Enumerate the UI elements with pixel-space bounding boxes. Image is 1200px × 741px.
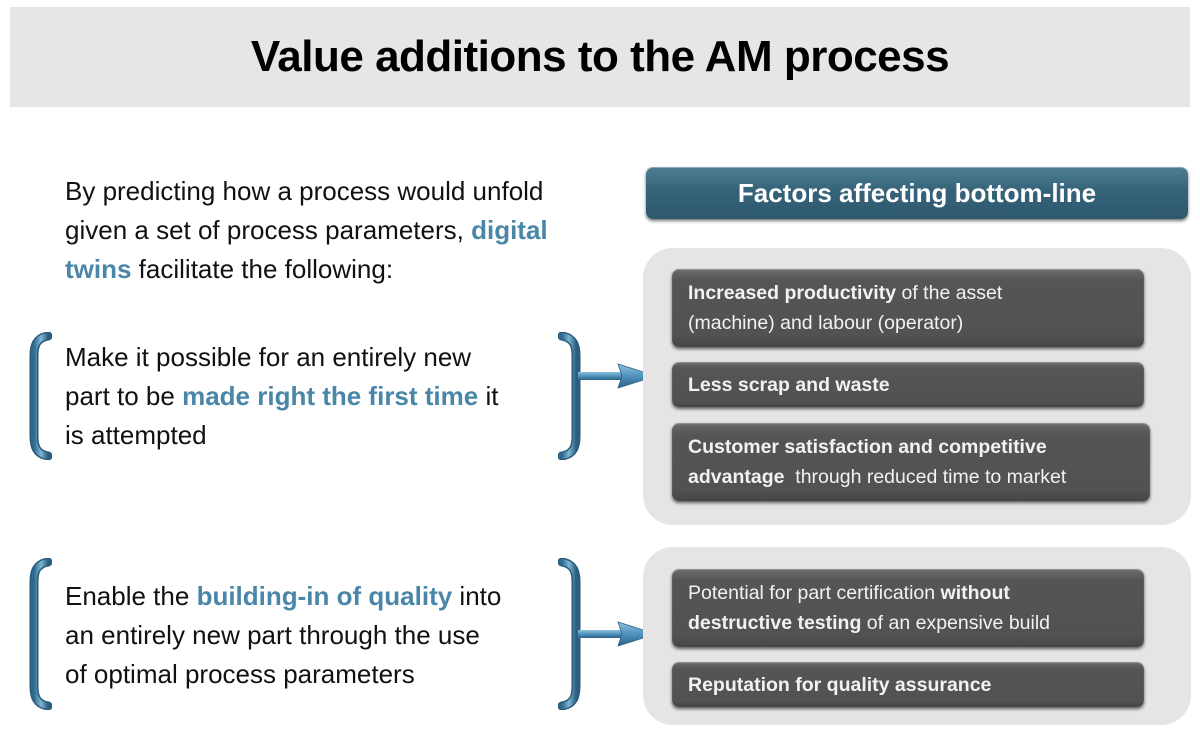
group-highlight: building-in of quality	[196, 581, 453, 611]
intro-line: given a set of process parameters,	[65, 215, 472, 245]
title-bar: Value additions to the AM process	[10, 7, 1190, 107]
intro-text: By predicting how a process would unfold…	[65, 172, 625, 289]
factor-certification: Potential for part certification without…	[672, 569, 1144, 647]
factor-bold: advantage	[688, 466, 785, 488]
factor-text: through reduced time to market	[784, 466, 1067, 488]
factor-text: (machine) and labour (operator)	[688, 312, 964, 334]
factor-text: of the asset	[896, 282, 1003, 304]
group-line: Make it possible for an entirely new	[65, 342, 472, 372]
group-line: Enable the	[65, 581, 197, 611]
left-bracket-icon	[29, 332, 52, 460]
factor-bold: Increased productivity	[688, 282, 897, 304]
value-addition-first-time-right: Make it possible for an entirely new par…	[65, 338, 565, 455]
factors-header: Factors affecting bottom-line	[646, 167, 1188, 219]
intro-line: facilitate the following:	[131, 254, 394, 284]
factor-text: of an expensive build	[861, 612, 1051, 634]
factor-text: Potential for part certification	[688, 582, 941, 604]
intro-line: By predicting how a process would unfold	[65, 176, 544, 206]
intro-highlight: digital	[471, 215, 548, 245]
group-line: an entirely new part through the use	[65, 620, 480, 650]
factor-bold: without	[940, 582, 1010, 604]
factor-productivity: Increased productivity of the asset (mac…	[672, 269, 1144, 347]
value-addition-building-in-quality: Enable the building-in of quality into a…	[65, 577, 565, 694]
group-line: part to be	[65, 381, 183, 411]
factor-customer-satisfaction: Customer satisfaction and competitive ad…	[672, 423, 1150, 501]
group-line: of optimal process parameters	[65, 659, 415, 689]
page-title: Value additions to the AM process	[250, 32, 950, 81]
intro-highlight: twins	[65, 254, 132, 284]
group-highlight: made right the first time	[182, 381, 479, 411]
factor-bold: Less scrap and waste	[688, 373, 890, 396]
group-line: is attempted	[65, 420, 207, 450]
factor-reputation: Reputation for quality assurance	[672, 662, 1144, 707]
left-bracket-icon	[29, 558, 52, 710]
group-line: into	[452, 581, 502, 611]
group-line: it	[478, 381, 499, 411]
factor-bold: Customer satisfaction and competitive	[688, 436, 1047, 458]
factor-bold: destructive testing	[688, 612, 862, 634]
factor-bold: Reputation for quality assurance	[688, 673, 992, 696]
factor-scrap: Less scrap and waste	[672, 362, 1144, 407]
